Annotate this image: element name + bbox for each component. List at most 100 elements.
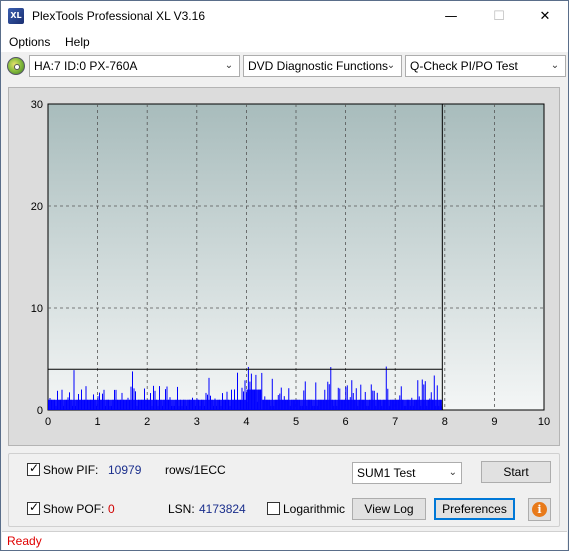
app-window: XL PlexTools Professional XL V3.16 — ☐ ✕… (0, 0, 569, 551)
test-select[interactable]: Q-Check PI/PO Test ⌄ (405, 55, 566, 77)
bar (432, 399, 434, 410)
bar (141, 399, 142, 410)
show-pif-checkbox[interactable] (27, 461, 40, 476)
bar (379, 399, 381, 410)
logarithmic-checkbox[interactable] (267, 502, 280, 515)
bar (55, 405, 57, 410)
minimize-button[interactable]: — (428, 1, 474, 32)
view-log-button[interactable]: View Log (352, 498, 426, 520)
bar (49, 398, 51, 410)
title-bar: XL PlexTools Professional XL V3.16 — ☐ ✕ (1, 1, 568, 32)
bar (180, 399, 181, 410)
bar (226, 391, 228, 410)
bar (348, 399, 350, 410)
bar (244, 380, 246, 410)
bar (262, 399, 264, 410)
bar (94, 399, 96, 410)
function-select[interactable]: DVD Diagnostic Functions ⌄ (243, 55, 402, 77)
bar (225, 399, 226, 410)
bar (160, 399, 162, 410)
bar (330, 367, 332, 410)
bar (96, 405, 97, 410)
bar (354, 399, 356, 410)
bar (382, 399, 384, 410)
close-button[interactable]: ✕ (522, 1, 568, 32)
bar (360, 384, 362, 410)
info-button[interactable]: i (528, 498, 551, 521)
bar (232, 399, 234, 410)
bar (66, 399, 67, 410)
bar (313, 405, 315, 410)
show-pof-checkbox[interactable] (27, 500, 40, 515)
bar (145, 399, 147, 410)
bar (201, 399, 202, 410)
bar (421, 379, 423, 410)
lsn-label: LSN: (168, 502, 195, 516)
bar (343, 399, 345, 410)
bar (438, 405, 440, 410)
bar (339, 388, 341, 410)
bar (121, 392, 123, 410)
disc-drive-icon (7, 57, 25, 75)
x-tick-label: 6 (343, 416, 349, 428)
bar (114, 389, 115, 410)
bar (297, 399, 299, 410)
bar (390, 399, 392, 410)
bar (280, 387, 282, 410)
bar (132, 371, 133, 410)
status-text: Ready (7, 534, 42, 548)
bar (195, 405, 196, 410)
bar (411, 397, 413, 410)
bar (109, 405, 111, 410)
bar (159, 386, 160, 410)
menu-bar: Options Help (1, 32, 568, 52)
bar (196, 398, 198, 410)
bar (84, 399, 85, 410)
bar (310, 399, 312, 410)
sum-test-value: SUM1 Test (357, 466, 416, 480)
menu-help[interactable]: Help (65, 35, 90, 49)
bar (97, 396, 99, 410)
bar (414, 399, 416, 410)
bar (264, 396, 266, 410)
y-tick-label: 10 (31, 303, 43, 315)
drive-select-value: HA:7 ID:0 PX-760A (34, 59, 138, 73)
bar (397, 399, 399, 410)
bar (270, 405, 272, 410)
bar (171, 405, 172, 410)
sum-test-select[interactable]: SUM1 Test ⌄ (352, 462, 462, 484)
bar (429, 398, 431, 410)
preferences-button[interactable]: Preferences (434, 498, 515, 520)
drive-select[interactable]: HA:7 ID:0 PX-760A ⌄ (29, 55, 240, 77)
bar (400, 386, 402, 410)
bar (318, 399, 320, 410)
maximize-button[interactable]: ☐ (476, 1, 522, 32)
bar (234, 389, 235, 410)
bar (376, 392, 378, 410)
bar (364, 391, 366, 410)
menu-options[interactable]: Options (9, 35, 50, 49)
bar (373, 390, 375, 410)
bar (151, 405, 153, 410)
bar (127, 397, 129, 410)
bar (222, 393, 223, 410)
bar (213, 405, 214, 410)
bar (342, 399, 344, 410)
pof-value: 0 (108, 502, 115, 516)
bar (117, 399, 118, 410)
x-tick-label: 8 (442, 416, 448, 428)
chevron-down-icon: ⌄ (386, 60, 396, 71)
bar (324, 389, 326, 410)
bar (63, 405, 64, 410)
show-pif-label: Show PIF: (43, 463, 99, 477)
bar (327, 381, 329, 410)
bar (370, 384, 372, 410)
bar (405, 405, 407, 410)
bar (207, 394, 208, 410)
bar (436, 385, 438, 410)
bar (243, 391, 244, 410)
x-tick-label: 9 (491, 416, 497, 428)
bar (124, 399, 126, 410)
x-tick-label: 10 (538, 416, 550, 428)
start-button[interactable]: Start (481, 461, 551, 483)
